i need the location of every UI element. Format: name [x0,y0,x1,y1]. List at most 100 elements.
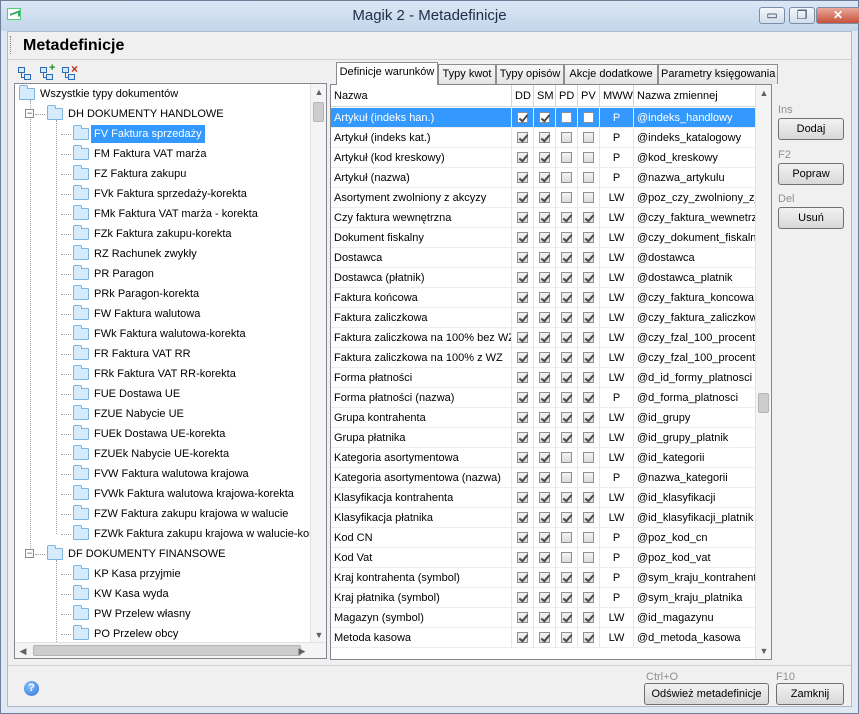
tree-group[interactable]: − DH DOKUMENTY HANDLOWE [15,104,311,124]
tab-1[interactable]: Definicje warunków [336,62,438,85]
checkbox-icon[interactable] [561,452,572,463]
restore-button[interactable]: ❐ [789,7,815,24]
tree-item[interactable]: KW Kasa wyda [15,584,311,604]
table-row[interactable]: Kod CN P @poz_kod_cn [331,528,756,548]
checkbox-icon[interactable] [583,532,594,543]
table-row[interactable]: Forma płatności (nazwa) P @d_forma_platnos… [331,388,756,408]
scroll-down-arrow-icon[interactable]: ▼ [756,643,771,659]
checkbox-icon[interactable] [539,232,550,243]
checkbox-icon[interactable] [539,312,550,323]
checkbox-icon[interactable] [583,152,594,163]
conditions-grid[interactable]: Nazwa DD SM PD PV MWW Nazwa zmiennej Artykuł (… [330,84,772,660]
document-types-tree[interactable]: Wszystkie typy dokumentów − DH DOKUMENTY … [14,83,327,659]
column-header[interactable]: DD [512,85,534,107]
checkbox-icon[interactable] [517,452,528,463]
checkbox-icon[interactable] [561,572,572,583]
scroll-down-arrow-icon[interactable]: ▼ [311,627,326,643]
tree-item[interactable]: FR Faktura VAT RR [15,344,311,364]
checkbox-icon[interactable] [517,592,528,603]
checkbox-icon[interactable] [517,412,528,423]
checkbox-icon[interactable] [517,432,528,443]
table-row[interactable]: Artykuł (indeks kat.) P @indeks_katalogowy [331,128,756,148]
checkbox-icon[interactable] [539,472,550,483]
tab-4[interactable]: Akcje dodatkowe [564,64,658,84]
tab-5[interactable]: Parametry księgowania [658,64,778,84]
table-row[interactable]: Faktura zaliczkowa LW @czy_faktura_zaliczk… [331,308,756,328]
checkbox-icon[interactable] [539,612,550,623]
table-row[interactable]: Asortyment zwolniony z akcyzy LW @poz_czy_… [331,188,756,208]
column-header[interactable]: PV [578,85,600,107]
checkbox-icon[interactable] [517,212,528,223]
checkbox-icon[interactable] [583,592,594,603]
column-header[interactable]: MWW [600,85,634,107]
checkbox-icon[interactable] [539,552,550,563]
checkbox-icon[interactable] [517,132,528,143]
edit-button[interactable]: Popraw [778,163,844,185]
checkbox-icon[interactable] [539,492,550,503]
checkbox-icon[interactable] [561,372,572,383]
collapse-icon[interactable]: − [25,109,34,118]
checkbox-icon[interactable] [539,152,550,163]
checkbox-icon[interactable] [583,232,594,243]
tree-delete-icon[interactable]: × [62,62,78,81]
tree-item[interactable]: FZ Faktura zakupu [15,164,311,184]
checkbox-icon[interactable] [539,632,550,643]
tree-item[interactable]: FZW Faktura zakupu krajowa w walucie [15,504,311,524]
tree-item[interactable]: FZUEk Nabycie UE-korekta [15,444,311,464]
checkbox-icon[interactable] [517,472,528,483]
checkbox-icon[interactable] [561,612,572,623]
checkbox-icon[interactable] [561,212,572,223]
title-bar[interactable]: Magik 2 - Metadefinicje ▭ ❐ ✕ [1,1,859,31]
scroll-up-arrow-icon[interactable]: ▲ [311,84,326,100]
checkbox-icon[interactable] [561,312,572,323]
checkbox-icon[interactable] [539,592,550,603]
tree-item[interactable]: FZk Faktura zakupu-korekta [15,224,311,244]
grid-vertical-scrollbar[interactable]: ▲ ▼ [755,85,771,659]
checkbox-icon[interactable] [517,512,528,523]
checkbox-icon[interactable] [561,292,572,303]
checkbox-icon[interactable] [561,152,572,163]
add-button[interactable]: Dodaj [778,118,844,140]
checkbox-icon[interactable] [583,352,594,363]
table-row[interactable]: Dostawca (płatnik) LW @dostawca_platnik [331,268,756,288]
scroll-right-arrow-icon[interactable]: ▶ [294,643,310,658]
checkbox-icon[interactable] [517,632,528,643]
table-row[interactable]: Kategoria asortymentowa (nazwa) P @nazwa_k… [331,468,756,488]
tree-item[interactable]: FUE Dostawa UE [15,384,311,404]
tree-expand-icon[interactable] [18,65,34,81]
tree-item[interactable]: FZUE Nabycie UE [15,404,311,424]
checkbox-icon[interactable] [539,252,550,263]
checkbox-icon[interactable] [583,252,594,263]
table-row[interactable]: Klasyfikacja kontrahenta LW @id_klasyfikac… [331,488,756,508]
checkbox-icon[interactable] [583,492,594,503]
table-row[interactable]: Metoda kasowa LW @d_metoda_kasowa [331,628,756,648]
checkbox-icon[interactable] [517,252,528,263]
tree-item[interactable]: PR Paragon [15,264,311,284]
checkbox-icon[interactable] [561,412,572,423]
table-row[interactable]: Artykuł (indeks han.) P @indeks_handlowy [331,108,756,128]
column-header[interactable]: PD [556,85,578,107]
checkbox-icon[interactable] [583,452,594,463]
checkbox-icon[interactable] [517,352,528,363]
checkbox-icon[interactable] [561,112,572,123]
column-header[interactable]: SM [534,85,556,107]
checkbox-icon[interactable] [583,112,594,123]
checkbox-icon[interactable] [583,512,594,523]
checkbox-icon[interactable] [539,572,550,583]
table-row[interactable]: Grupa płatnika LW @id_grupy_platnik [331,428,756,448]
collapse-icon[interactable]: − [25,549,34,558]
checkbox-icon[interactable] [539,272,550,283]
tree-item[interactable]: FUEk Dostawa UE-korekta [15,424,311,444]
table-row[interactable]: Forma płatności LW @d_id_formy_platnosci [331,368,756,388]
close-button[interactable]: Zamknij [776,683,844,705]
tree-item[interactable]: FV Faktura sprzedaży [15,124,311,144]
checkbox-icon[interactable] [539,452,550,463]
table-row[interactable]: Faktura zaliczkowa na 100% bez WZ LW @czy_… [331,328,756,348]
table-row[interactable]: Klasyfikacja płatnika LW @id_klasyfikacji_… [331,508,756,528]
tree-item[interactable]: FVW Faktura walutowa krajowa [15,464,311,484]
help-icon[interactable]: ? [24,681,39,696]
close-window-button[interactable]: ✕ [816,7,859,24]
tree-add-icon[interactable]: + [40,62,56,81]
table-row[interactable]: Magazyn (symbol) LW @id_magazynu [331,608,756,628]
checkbox-icon[interactable] [539,352,550,363]
